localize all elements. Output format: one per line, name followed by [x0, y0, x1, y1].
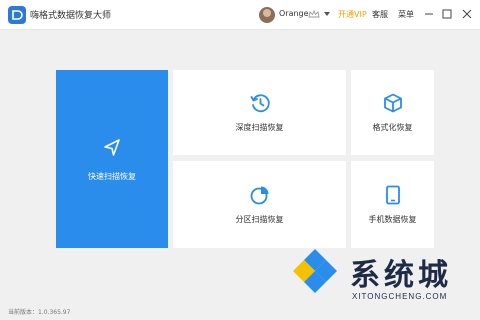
- username[interactable]: Orange: [279, 9, 309, 18]
- partition-scan-recovery-tile[interactable]: 分区扫描恢复: [173, 161, 346, 248]
- quick-scan-label: 快速扫描恢复: [88, 171, 136, 181]
- deep-scan-recovery-tile[interactable]: 深度扫描恢复: [173, 70, 346, 155]
- watermark-url: XITONGCHENG.COM: [352, 292, 448, 301]
- app-logo-icon: [8, 6, 26, 24]
- title-bar: 嗨格式数据恢复大师 Orange 开通VIP 客服 菜单: [0, 0, 480, 30]
- cube-icon: [383, 93, 402, 113]
- navigation-arrow-icon: [104, 138, 120, 156]
- phone-data-recovery-tile[interactable]: 手机数据恢复: [351, 161, 434, 248]
- partition-scan-label: 分区扫描恢复: [235, 215, 284, 224]
- tablet-icon: [385, 185, 400, 205]
- format-recovery-tile[interactable]: 格式化恢复: [351, 70, 434, 155]
- menu-link[interactable]: 菜单: [398, 9, 414, 20]
- close-icon: [462, 9, 472, 19]
- deep-scan-label: 深度扫描恢复: [235, 123, 284, 132]
- minimize-button[interactable]: [422, 7, 436, 21]
- clock-history-icon: [250, 94, 270, 113]
- maximize-button[interactable]: [440, 7, 454, 21]
- pie-chart-icon: [250, 186, 268, 205]
- format-recovery-label: 格式化恢复: [372, 123, 413, 132]
- version-text: 当前版本：1.0.365.97: [8, 309, 71, 316]
- phone-data-label: 手机数据恢复: [368, 215, 417, 224]
- close-button[interactable]: [460, 7, 474, 21]
- chevron-down-icon[interactable]: [324, 12, 330, 16]
- avatar[interactable]: [259, 7, 275, 23]
- watermark-text: 系统城: [350, 258, 452, 293]
- watermark-logo-icon: [293, 249, 337, 293]
- minimize-icon: [425, 13, 433, 15]
- open-vip-link[interactable]: 开通VIP: [338, 9, 367, 20]
- vip-crown-icon: [308, 9, 320, 18]
- customer-service-link[interactable]: 客服: [372, 9, 388, 20]
- quick-scan-recovery-tile[interactable]: 快速扫描恢复: [56, 70, 168, 248]
- app-title: 嗨格式数据恢复大师: [30, 11, 112, 21]
- maximize-icon: [442, 9, 452, 19]
